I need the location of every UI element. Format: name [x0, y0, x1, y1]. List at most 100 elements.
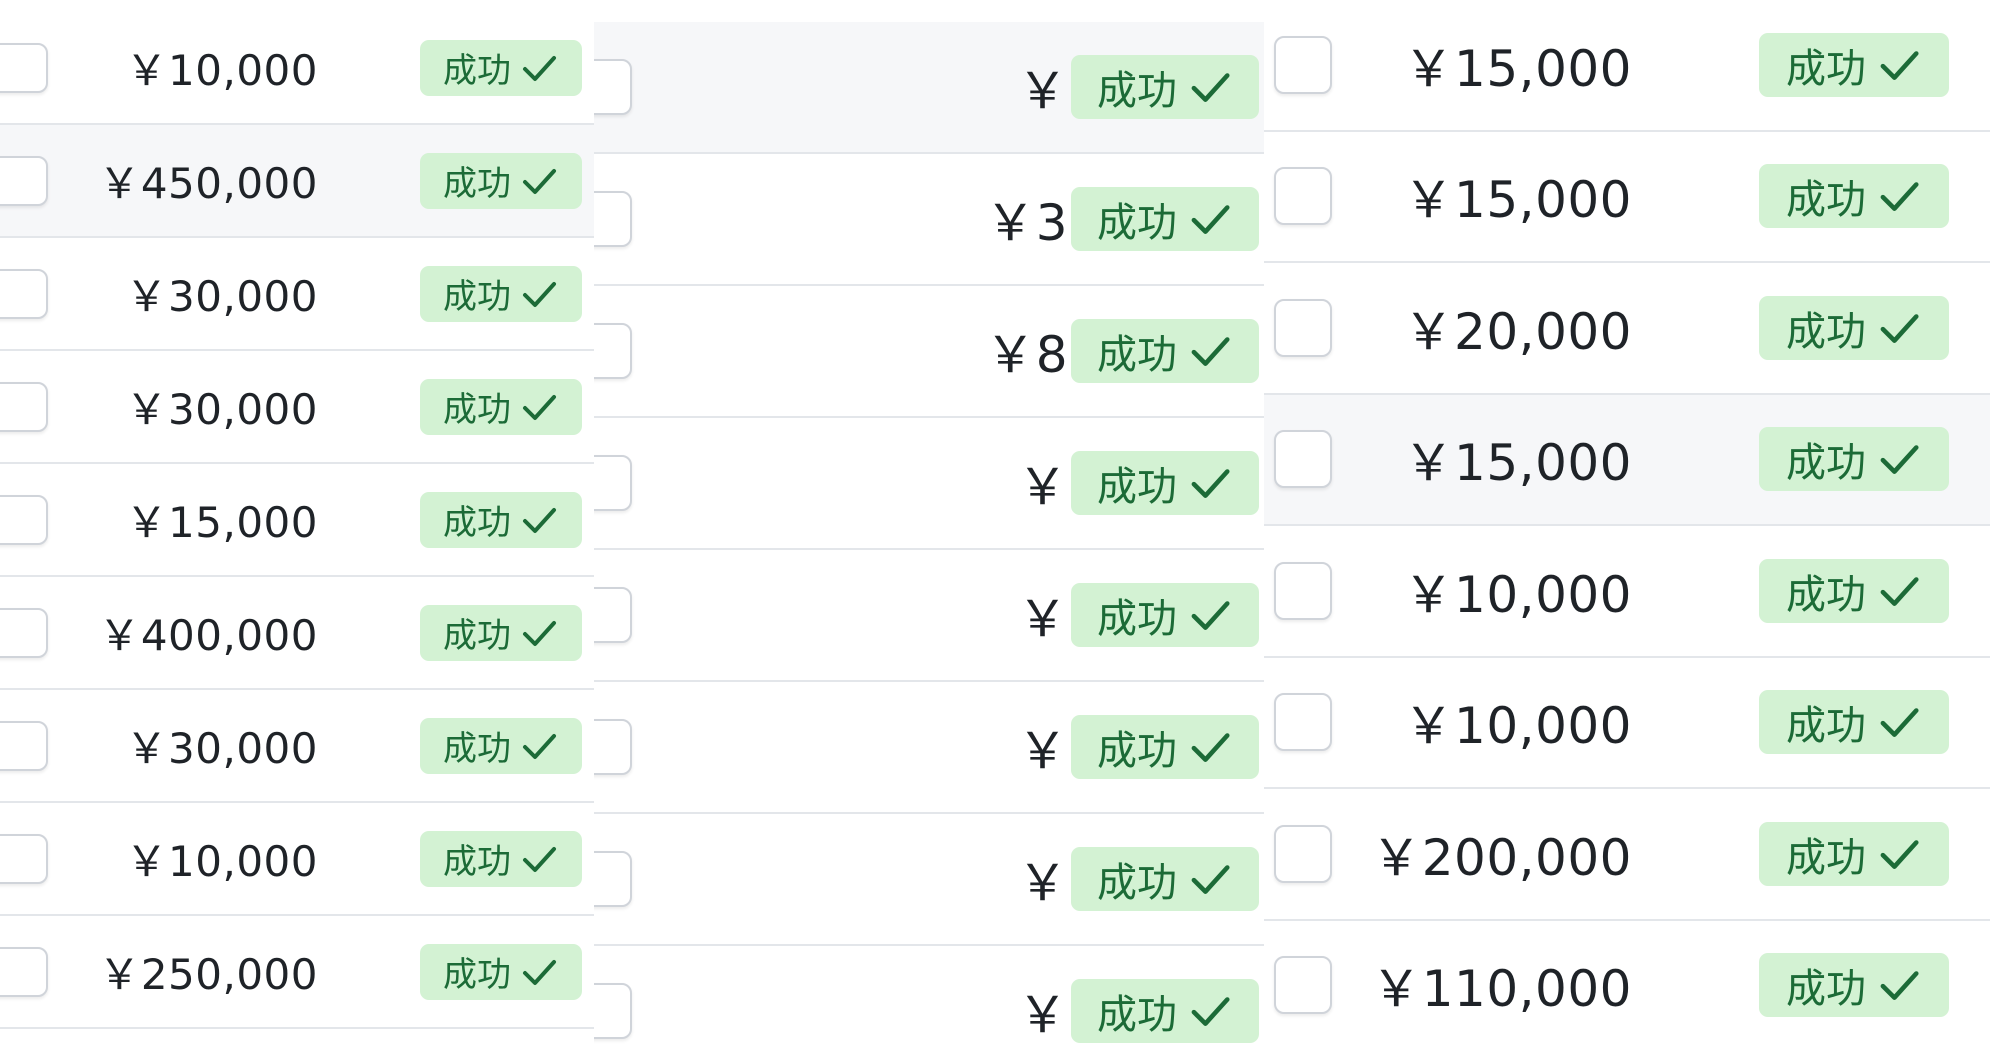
- table-row[interactable]: ￥15,000 成功: [594, 682, 1264, 814]
- status-badge: 成功: [420, 604, 582, 661]
- checkmark-icon: [1191, 337, 1230, 366]
- table-row[interactable]: ￥30,000 成功: [594, 22, 1264, 154]
- row-checkbox[interactable]: [1274, 693, 1332, 752]
- status-badge: 成功: [1071, 451, 1259, 515]
- row-checkbox[interactable]: [0, 833, 48, 884]
- status-label: 成功: [1786, 834, 1866, 881]
- table-row[interactable]: ￥30,000 成功: [0, 238, 594, 351]
- row-checkbox[interactable]: [1274, 956, 1332, 1015]
- table-row[interactable]: ￥30,000 成功: [594, 550, 1264, 682]
- status-badge: 成功: [1071, 319, 1259, 383]
- status-badge: 成功: [420, 943, 582, 1000]
- table-row[interactable]: ￥330,000 成功: [594, 154, 1264, 286]
- row-checkbox[interactable]: [594, 455, 632, 511]
- row-checkbox[interactable]: [594, 719, 632, 775]
- status-badge: 成功: [1071, 55, 1259, 119]
- row-checkbox[interactable]: [1274, 167, 1332, 226]
- amount-cell: ￥10,000: [125, 837, 318, 886]
- amount-cell: ￥30,000: [125, 724, 318, 773]
- row-checkbox[interactable]: [594, 587, 632, 643]
- row-checkbox[interactable]: [594, 191, 632, 247]
- row-checkbox[interactable]: [1274, 430, 1332, 489]
- status-badge: 成功: [420, 491, 582, 548]
- table-row[interactable]: ￥200,000 成功: [1264, 789, 1990, 921]
- row-checkbox[interactable]: [0, 946, 48, 997]
- table-row[interactable]: ￥80,000 成功: [594, 946, 1264, 1050]
- row-checkbox[interactable]: [594, 323, 632, 379]
- status-label: 成功: [1786, 966, 1866, 1013]
- status-label: 成功: [443, 503, 511, 543]
- table-row[interactable]: ￥30,000 成功: [0, 351, 594, 464]
- checkmark-icon: [1880, 839, 1919, 869]
- table-row[interactable]: ￥10,000 成功: [1264, 657, 1990, 789]
- status-label: 成功: [443, 955, 511, 995]
- status-badge: 成功: [1759, 558, 1949, 623]
- amount-cell: ￥10,000: [1403, 565, 1632, 624]
- checkmark-icon: [1880, 971, 1919, 1001]
- status-badge: 成功: [1759, 32, 1949, 97]
- status-badge: 成功: [1759, 821, 1949, 886]
- row-checkbox[interactable]: [0, 42, 48, 93]
- table-row[interactable]: ￥15,000 成功: [0, 464, 594, 577]
- transactions-panel-1: ￥10,000 成功 ￥450,000 成功 ￥30,000 成功 ￥30,00…: [0, 12, 594, 1034]
- checkmark-icon: [1191, 73, 1230, 102]
- table-row[interactable]: ￥10,000 成功: [1264, 526, 1990, 658]
- row-checkbox[interactable]: [0, 494, 48, 545]
- row-checkbox[interactable]: [1274, 561, 1332, 620]
- checkmark-icon: [1880, 182, 1919, 212]
- table-row[interactable]: ￥450,000 成功: [0, 125, 594, 238]
- checkmark-icon: [523, 55, 556, 81]
- status-badge: 成功: [1759, 295, 1949, 360]
- checkmark-icon: [1191, 997, 1230, 1026]
- transactions-panel-3: ￥15,000 成功 ￥15,000 成功 ￥20,000 成功 ￥15,000…: [1264, 0, 1990, 1050]
- status-label: 成功: [1786, 703, 1866, 750]
- row-checkbox[interactable]: [1274, 35, 1332, 94]
- row-checkbox[interactable]: [1274, 824, 1332, 883]
- amount-cell: ￥250,000: [98, 950, 318, 999]
- table-row[interactable]: ￥30,000 成功: [0, 690, 594, 803]
- status-label: 成功: [1786, 45, 1866, 92]
- table-row[interactable]: ￥400,000 成功: [0, 577, 594, 690]
- table-row[interactable]: ￥880,000 成功: [594, 286, 1264, 418]
- status-badge: 成功: [1759, 690, 1949, 755]
- row-checkbox[interactable]: [1274, 298, 1332, 357]
- table-row[interactable]: ￥15,000 成功: [1264, 394, 1990, 526]
- row-checkbox[interactable]: [594, 983, 632, 1039]
- table-row[interactable]: ￥15,000 成功: [1264, 0, 1990, 132]
- row-checkbox[interactable]: [0, 381, 48, 432]
- table-row[interactable]: ￥250,000 成功: [0, 916, 594, 1029]
- status-label: 成功: [1097, 464, 1177, 510]
- row-checkbox[interactable]: [594, 851, 632, 907]
- status-badge: 成功: [1071, 715, 1259, 779]
- checkmark-icon: [1880, 445, 1919, 475]
- status-label: 成功: [1097, 200, 1177, 246]
- row-checkbox[interactable]: [0, 268, 48, 319]
- status-label: 成功: [1097, 332, 1177, 378]
- table-row[interactable]: ￥10,000 成功: [0, 12, 594, 125]
- amount-cell: ￥450,000: [98, 159, 318, 208]
- checkmark-icon: [1880, 576, 1919, 606]
- table-row[interactable]: ￥110,000 成功: [1264, 920, 1990, 1050]
- status-badge: 成功: [1071, 187, 1259, 251]
- row-checkbox[interactable]: [0, 155, 48, 206]
- status-label: 成功: [1786, 177, 1866, 224]
- table-row[interactable]: ￥10,000 成功: [0, 803, 594, 916]
- checkmark-icon: [1191, 733, 1230, 762]
- checkmark-icon: [523, 394, 556, 420]
- table-row[interactable]: ￥20,000 成功: [1264, 263, 1990, 395]
- table-row[interactable]: ￥15,000 成功: [594, 814, 1264, 946]
- status-badge: 成功: [1759, 953, 1949, 1018]
- amount-cell: ￥20,000: [1403, 302, 1632, 361]
- status-label: 成功: [1097, 728, 1177, 774]
- checkmark-icon: [523, 733, 556, 759]
- status-badge: 成功: [1071, 583, 1259, 647]
- status-label: 成功: [443, 277, 511, 317]
- table-row[interactable]: ￥15,000 成功: [1264, 131, 1990, 263]
- amount-cell: ￥15,000: [1403, 434, 1632, 493]
- amount-cell: ￥30,000: [125, 272, 318, 321]
- status-label: 成功: [1786, 308, 1866, 355]
- row-checkbox[interactable]: [594, 59, 632, 115]
- row-checkbox[interactable]: [0, 607, 48, 658]
- row-checkbox[interactable]: [0, 720, 48, 771]
- table-row[interactable]: ￥30,000 成功: [594, 418, 1264, 550]
